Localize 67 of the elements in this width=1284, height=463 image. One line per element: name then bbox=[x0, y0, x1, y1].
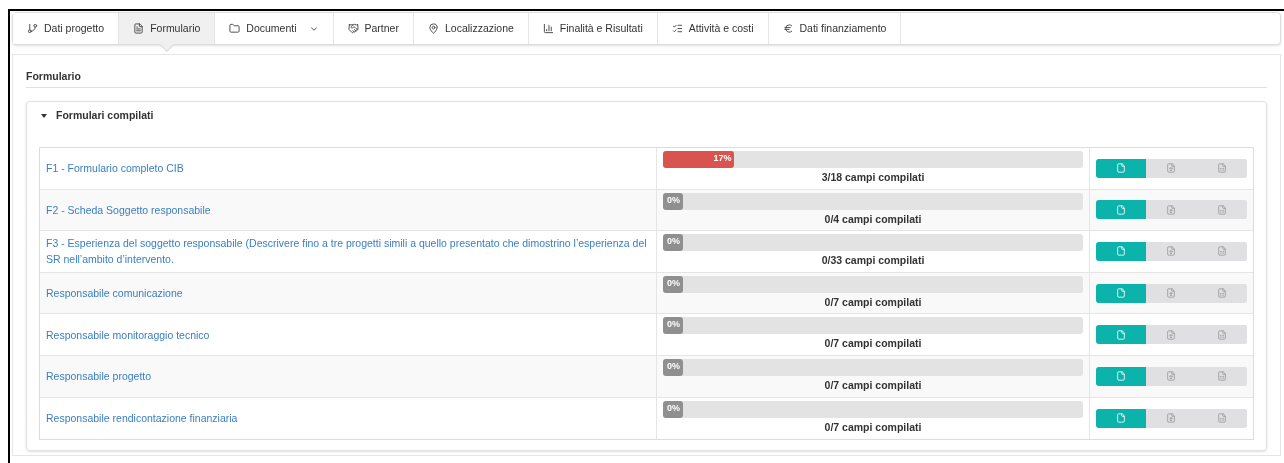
progress-percent: 0% bbox=[667, 318, 680, 332]
fields-count: 0/7 campi compilati bbox=[824, 377, 922, 393]
fields-count: 3/18 campi compilati bbox=[821, 170, 925, 185]
folder-icon bbox=[229, 23, 241, 34]
document-icon bbox=[1116, 413, 1127, 424]
file-icon bbox=[1166, 246, 1177, 257]
file-icon bbox=[1166, 329, 1177, 340]
document-icon bbox=[1116, 163, 1127, 174]
form-link[interactable]: F1 - Formulario completo CIB bbox=[46, 160, 184, 177]
file-icon bbox=[1216, 329, 1227, 340]
file-icon bbox=[1166, 413, 1177, 424]
branch-icon bbox=[27, 23, 38, 34]
progress-percent: 0% bbox=[667, 401, 680, 415]
progress-percent: 0% bbox=[667, 359, 680, 373]
progress-percent: 17% bbox=[713, 152, 732, 165]
section-header[interactable]: Formulari compilati bbox=[39, 102, 154, 130]
file-action-button[interactable] bbox=[1096, 366, 1147, 386]
file-icon bbox=[1216, 413, 1227, 424]
handshake-icon bbox=[347, 23, 359, 34]
form-link[interactable]: Responsabile rendicontazione finanziaria bbox=[46, 410, 238, 427]
list-icon bbox=[671, 23, 683, 34]
document-icon bbox=[1116, 329, 1127, 340]
fields-count: 0/7 campi compilati bbox=[824, 336, 922, 352]
file-icon bbox=[1216, 163, 1227, 174]
document-icon bbox=[1116, 288, 1127, 299]
caret-icon bbox=[41, 114, 47, 118]
document-icon bbox=[1116, 204, 1127, 215]
form-icon bbox=[133, 23, 145, 34]
file-action-button[interactable] bbox=[1096, 408, 1147, 428]
fields-count: 0/33 campi compilati bbox=[821, 253, 925, 269]
progress-percent: 0% bbox=[667, 193, 680, 207]
file-icon bbox=[1216, 371, 1227, 382]
euro-icon bbox=[782, 23, 794, 34]
tab[interactable]: Attività e costi bbox=[657, 13, 769, 44]
document-icon bbox=[1116, 371, 1127, 382]
form-link[interactable]: Responsabile monitoraggio tecnico bbox=[46, 326, 210, 343]
file-action-button[interactable] bbox=[1096, 242, 1147, 261]
fields-count: 0/7 campi compilati bbox=[824, 419, 922, 435]
file-action-button[interactable] bbox=[1096, 158, 1147, 178]
file-action-button[interactable] bbox=[1096, 200, 1147, 220]
progress-percent: 0% bbox=[667, 235, 680, 249]
form-link[interactable]: F2 - Scheda Soggetto responsabile bbox=[46, 201, 211, 218]
file-icon bbox=[1216, 246, 1227, 257]
fields-count: 0/4 campi compilati bbox=[824, 211, 922, 227]
file-icon bbox=[1166, 204, 1177, 215]
fields-count: 0/7 campi compilati bbox=[824, 294, 922, 310]
document-icon bbox=[1116, 246, 1127, 257]
file-icon bbox=[1216, 204, 1227, 215]
tab[interactable]: Localizzazione bbox=[413, 13, 529, 44]
form-link[interactable]: Responsabile comunicazione bbox=[46, 285, 183, 302]
tab[interactable]: Partner bbox=[333, 13, 414, 44]
tab[interactable]: Dati progetto bbox=[13, 13, 120, 44]
tab[interactable]: Finalità e Risultati bbox=[528, 13, 658, 44]
file-action-button[interactable] bbox=[1096, 283, 1147, 303]
file-icon bbox=[1216, 288, 1227, 299]
form-link[interactable]: Responsabile progetto bbox=[46, 368, 152, 385]
bar-chart-icon bbox=[542, 23, 554, 34]
file-icon bbox=[1166, 288, 1177, 299]
map-pin-icon bbox=[427, 23, 439, 34]
file-icon bbox=[1166, 163, 1177, 174]
progress-percent: 0% bbox=[667, 276, 680, 290]
tab[interactable]: Dati finanziamento bbox=[768, 13, 902, 44]
page-title: Formulario bbox=[26, 69, 81, 85]
tab[interactable]: Documenti bbox=[215, 13, 334, 44]
file-action-button[interactable] bbox=[1096, 325, 1147, 345]
file-icon bbox=[1166, 371, 1177, 382]
form-link[interactable]: F3 - Esperienza del soggetto responsabile (Descrivere fino a tre progetti simili a quello presentato che dimostrino l’esperienza del SR nell’ambito d’intervento. bbox=[46, 235, 650, 268]
